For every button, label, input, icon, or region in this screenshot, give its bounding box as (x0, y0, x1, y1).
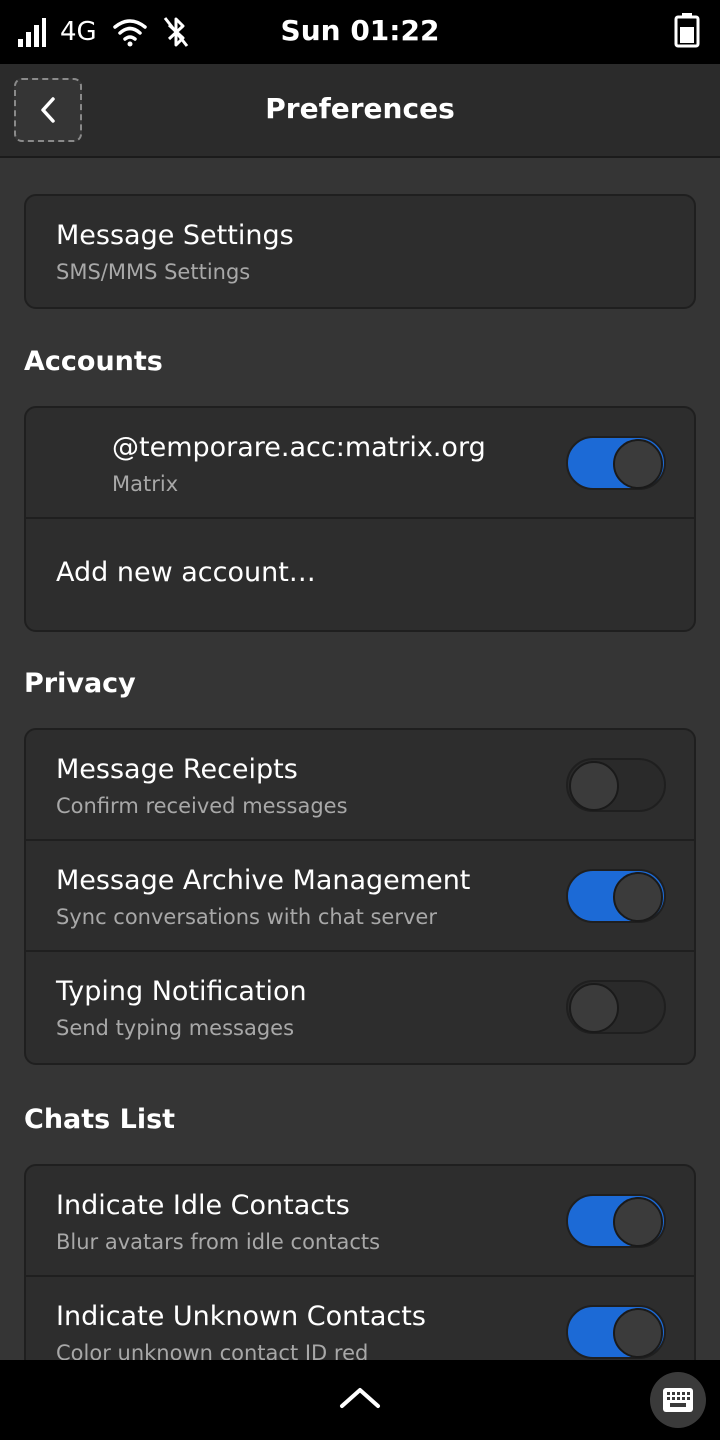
idle-contacts-row[interactable]: Indicate Idle Contacts Blur avatars from… (26, 1166, 694, 1277)
toggle-knob (613, 872, 663, 922)
message-archive-toggle[interactable] (566, 869, 666, 923)
typing-notification-title: Typing Notification (56, 976, 307, 1007)
header-bar: Preferences (0, 64, 720, 158)
accounts-card: @temporare.acc:matrix.org Matrix Add new… (24, 406, 696, 632)
keyboard-icon (663, 1388, 693, 1412)
accounts-heading: Accounts (24, 346, 163, 377)
account-toggle[interactable] (566, 436, 666, 490)
message-settings-subtitle: SMS/MMS Settings (56, 260, 251, 284)
toggle-knob (613, 1308, 663, 1358)
unknown-contacts-row[interactable]: Indicate Unknown Contacts Color unknown … (26, 1277, 694, 1360)
chevron-up-icon[interactable] (338, 1382, 382, 1416)
status-bar: 4G Sun 01:22 (0, 0, 720, 64)
toggle-knob (569, 983, 619, 1033)
message-settings-title: Message Settings (56, 220, 294, 251)
message-receipts-title: Message Receipts (56, 754, 298, 785)
account-row[interactable]: @temporare.acc:matrix.org Matrix (26, 408, 694, 519)
typing-notification-subtitle: Send typing messages (56, 1016, 295, 1040)
typing-notification-toggle[interactable] (566, 980, 666, 1034)
unknown-contacts-subtitle: Color unknown contact ID red (56, 1341, 369, 1360)
message-archive-subtitle: Sync conversations with chat server (56, 905, 437, 929)
message-settings-row[interactable]: Message Settings SMS/MMS Settings (26, 196, 694, 307)
idle-contacts-title: Indicate Idle Contacts (56, 1190, 350, 1221)
account-id: @temporare.acc:matrix.org (112, 432, 486, 463)
page-title: Preferences (265, 92, 455, 125)
typing-notification-row[interactable]: Typing Notification Send typing messages (26, 952, 694, 1063)
message-receipts-toggle[interactable] (566, 758, 666, 812)
keyboard-button[interactable] (650, 1372, 706, 1428)
add-account-label: Add new account… (56, 557, 316, 588)
privacy-heading: Privacy (24, 668, 136, 699)
message-settings-card: Message Settings SMS/MMS Settings (24, 194, 696, 309)
toggle-knob (613, 439, 663, 489)
bottom-panel (0, 1360, 720, 1440)
chats-list-card: Indicate Idle Contacts Blur avatars from… (24, 1164, 696, 1360)
add-account-row[interactable]: Add new account… (26, 519, 694, 630)
message-archive-row[interactable]: Message Archive Management Sync conversa… (26, 841, 694, 952)
privacy-card: Message Receipts Confirm received messag… (24, 728, 696, 1065)
toggle-knob (613, 1197, 663, 1247)
account-protocol: Matrix (112, 472, 179, 496)
battery-icon (674, 12, 700, 52)
toggle-knob (569, 761, 619, 811)
message-receipts-subtitle: Confirm received messages (56, 794, 348, 818)
unknown-contacts-toggle[interactable] (566, 1305, 666, 1359)
message-archive-title: Message Archive Management (56, 865, 471, 896)
preferences-content[interactable]: Message Settings SMS/MMS Settings Accoun… (0, 158, 720, 1360)
clock: Sun 01:22 (280, 14, 440, 47)
chats-list-heading: Chats List (24, 1104, 176, 1135)
message-receipts-row[interactable]: Message Receipts Confirm received messag… (26, 730, 694, 841)
unknown-contacts-title: Indicate Unknown Contacts (56, 1301, 426, 1332)
idle-contacts-toggle[interactable] (566, 1194, 666, 1248)
idle-contacts-subtitle: Blur avatars from idle contacts (56, 1230, 381, 1254)
